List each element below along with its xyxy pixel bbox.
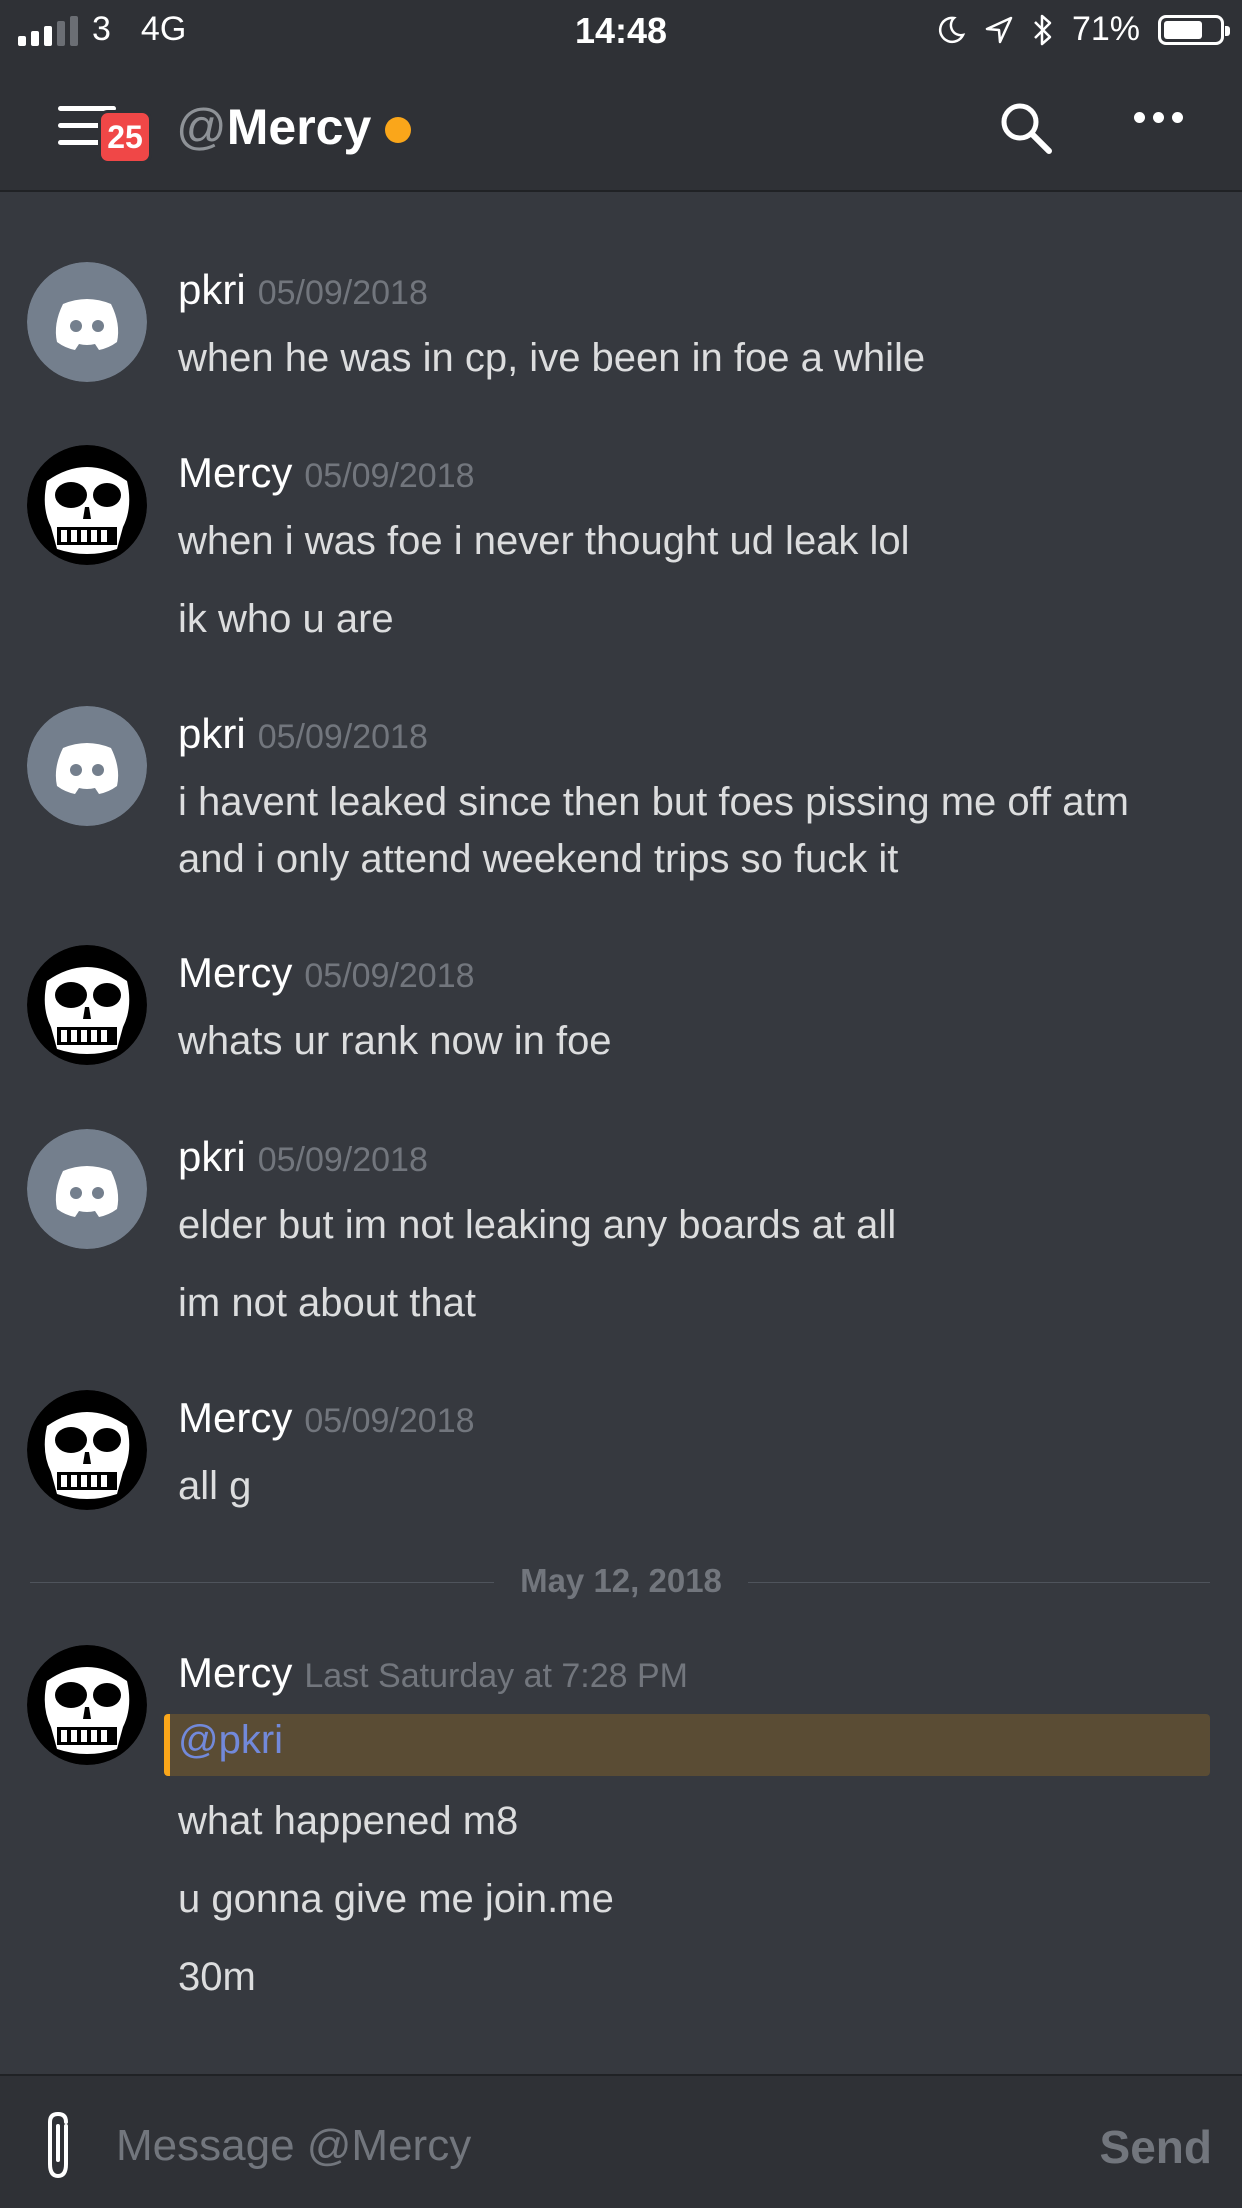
message-header: Mercy 05/09/2018 [178,949,475,997]
bluetooth-icon [1034,14,1052,45]
timestamp: Last Saturday at 7:28 PM [304,1657,689,1695]
timestamp: 05/09/2018 [304,457,475,495]
message-header: Mercy 05/09/2018 [178,1394,475,1442]
message-text: ik who u are [178,597,394,641]
message-input[interactable] [114,2108,1018,2184]
message-text: when he was in cp, ive been in foe a whi… [178,336,926,380]
message-text: im not about that [178,1281,476,1325]
date-divider: May 12, 2018 [0,1562,1242,1600]
message-text: u gonna give me join.me [178,1877,614,1921]
message-text: and i only attend weekend trips so fuck … [178,837,899,881]
timestamp: 05/09/2018 [257,274,428,312]
battery-icon [1158,14,1230,45]
message-text: 30m [178,1955,256,1999]
avatar-skull-icon[interactable] [27,1645,147,1765]
channel-header: 25 @ Mercy [0,62,1242,192]
mention-highlight: @pkri [164,1714,1210,1776]
unread-badge: 25 [98,110,152,164]
author-name[interactable]: pkri [178,710,246,758]
message-text: when i was foe i never thought ud leak l… [178,519,910,563]
message-text: what happened m8 [178,1799,519,1843]
date-divider-label: May 12, 2018 [494,1562,748,1599]
search-icon[interactable] [996,98,1056,158]
message-composer: Send [0,2074,1242,2208]
avatar-discord-logo-icon[interactable] [27,706,147,826]
author-name[interactable]: pkri [178,1133,246,1181]
message-text: all g [178,1464,252,1508]
message-text: i havent leaked since then but foes piss… [178,780,1129,824]
message-header: pkri 05/09/2018 [178,266,428,314]
at-symbol: @ [176,99,227,155]
avatar-discord-logo-icon[interactable] [27,262,147,382]
page-title: @ Mercy [176,98,412,156]
status-bar: 3 4G 14:48 71% [0,0,1242,62]
avatar-skull-icon[interactable] [27,945,147,1065]
message-header: Mercy 05/09/2018 [178,449,475,497]
avatar-skull-icon[interactable] [27,445,147,565]
more-dots-icon[interactable] [1134,112,1183,123]
author-name[interactable]: Mercy [178,449,292,497]
send-button[interactable]: Send [1100,2120,1212,2174]
message-header: pkri 05/09/2018 [178,1133,428,1181]
battery-percent: 71% [1071,10,1140,48]
paperclip-icon[interactable] [36,2108,80,2182]
author-name[interactable]: Mercy [178,1649,292,1697]
dm-recipient-name: Mercy [226,99,372,155]
message-header: Mercy Last Saturday at 7:28 PM [178,1649,688,1697]
author-name[interactable]: pkri [178,266,246,314]
author-name[interactable]: Mercy [178,1394,292,1442]
message-text: whats ur rank now in foe [178,1019,612,1063]
status-right: 71% [936,10,1230,49]
message-header: pkri 05/09/2018 [178,710,428,758]
moon-icon [938,16,966,43]
idle-status-indicator [385,117,412,143]
avatar-discord-logo-icon[interactable] [27,1129,147,1249]
user-mention[interactable]: @pkri [178,1718,283,1763]
avatar-skull-icon[interactable] [27,1390,147,1510]
timestamp: 05/09/2018 [257,718,428,756]
author-name[interactable]: Mercy [178,949,292,997]
timestamp: 05/09/2018 [304,1402,475,1440]
message-text: elder but im not leaking any boards at a… [178,1203,897,1247]
battery-fill [1164,20,1202,39]
timestamp: 05/09/2018 [304,957,475,995]
timestamp: 05/09/2018 [257,1141,428,1179]
location-arrow-icon [985,16,1013,43]
